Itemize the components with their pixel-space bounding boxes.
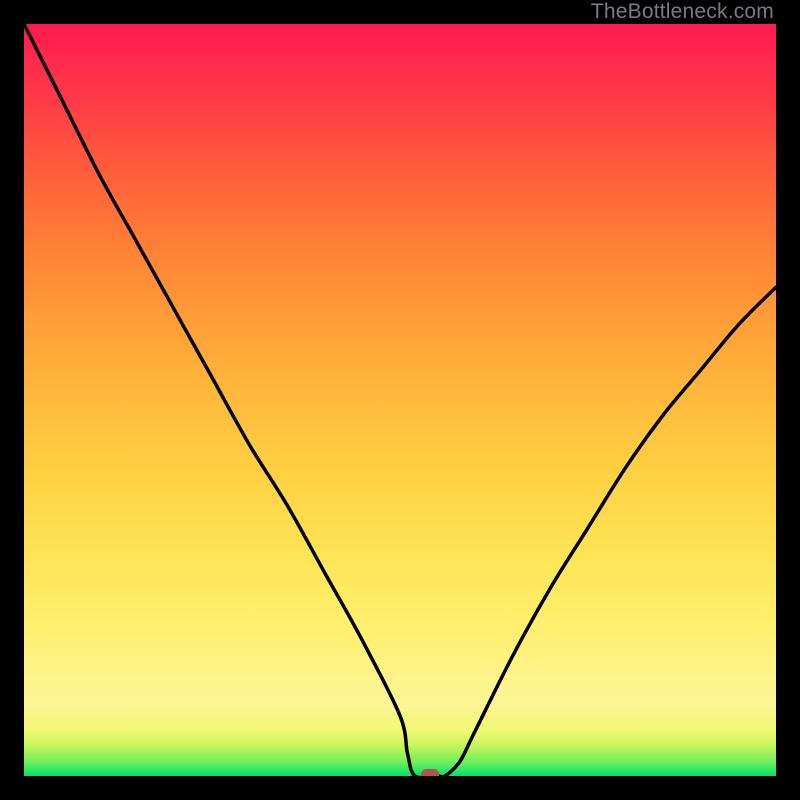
optimal-point-marker [421,769,439,776]
watermark-text: TheBottleneck.com [591,0,774,24]
curve-path [24,24,776,776]
bottleneck-curve [24,24,776,776]
plot-area [24,24,776,776]
chart-frame: TheBottleneck.com [0,0,800,800]
